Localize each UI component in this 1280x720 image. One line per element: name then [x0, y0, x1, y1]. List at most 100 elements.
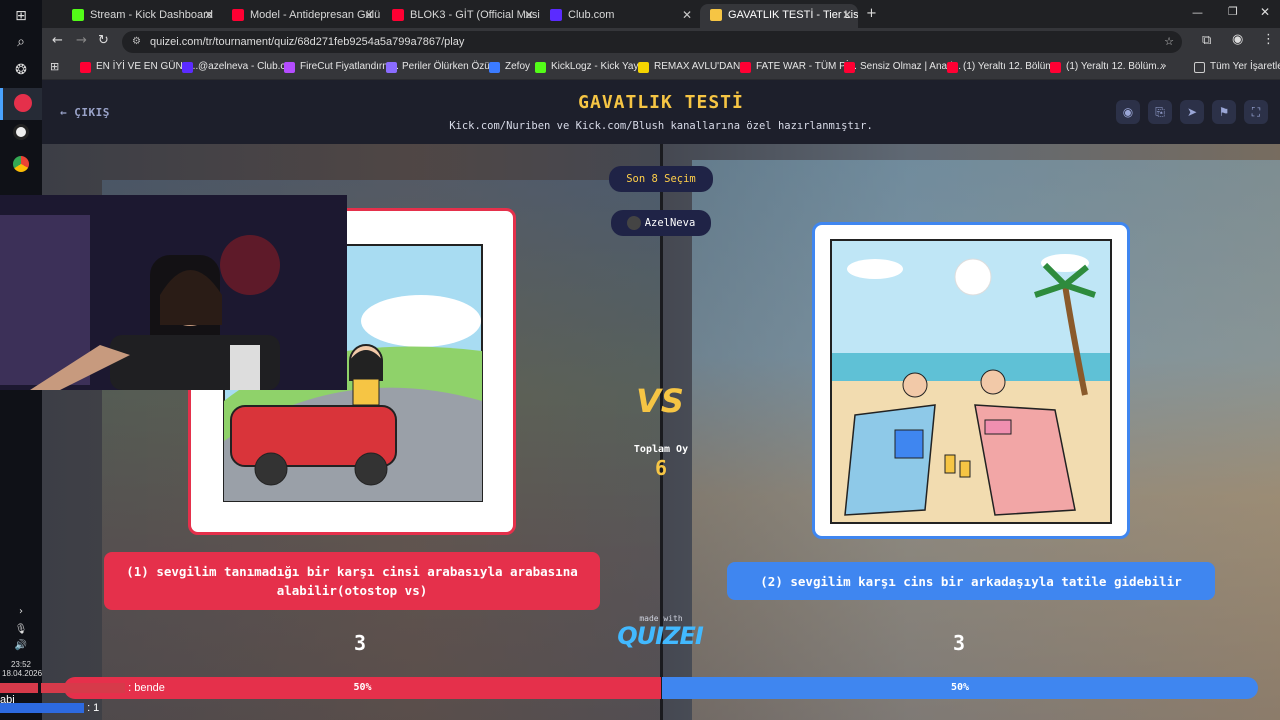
tab-label: Club.com: [568, 9, 615, 21]
tab-youtube-blok3[interactable]: BLOK3 - GİT (Official Music Vid ✕: [382, 4, 540, 28]
stage-badge: Son 8 Seçim: [609, 166, 713, 192]
reload-icon[interactable]: ↻: [98, 33, 109, 48]
bookmark-item[interactable]: (1) Yeraltı 12. Bölüm...: [1050, 56, 1165, 80]
bookmark-item[interactable]: Sensiz Olmaz | Anad...: [844, 56, 961, 80]
tab-club[interactable]: Club.com ✕: [540, 4, 698, 28]
all-bookmarks-folder[interactable]: Tüm Yer İşaretleri: [1194, 56, 1280, 80]
minimize-button[interactable]: —: [1192, 6, 1203, 19]
search-icon[interactable]: ⌕: [11, 32, 31, 52]
page-title: GAVATLIK TESTİ: [578, 92, 744, 113]
app-icon-active[interactable]: [0, 88, 42, 120]
bookmark-item[interactable]: Zefoy: [489, 56, 530, 80]
close-icon[interactable]: ✕: [842, 4, 852, 26]
user-badge: AzelNeva: [611, 210, 711, 236]
profile-avatar[interactable]: ◉: [1232, 32, 1243, 47]
chat-message: : 1: [0, 702, 180, 718]
kick-icon: [535, 62, 546, 73]
youtube-icon: [80, 62, 91, 73]
extensions-icon[interactable]: ⧉: [1202, 33, 1211, 48]
volume-icon[interactable]: 🔊: [11, 636, 31, 656]
bookmark-item[interactable]: FireCut Fiyatlandırm...: [284, 56, 399, 80]
close-icon[interactable]: ✕: [524, 4, 534, 26]
eye-icon[interactable]: ◉: [1116, 100, 1140, 124]
flag-icon[interactable]: ⚑: [1212, 100, 1236, 124]
share-icon[interactable]: ⎘: [1148, 100, 1172, 124]
youtube-icon: [1050, 62, 1061, 73]
club-icon: [182, 62, 193, 73]
club-favicon-icon: [550, 9, 562, 21]
total-votes-value: 6: [654, 456, 668, 480]
chat-message: : bende abi: [0, 682, 180, 706]
vote-count-right: 3: [953, 631, 966, 655]
window-close-button[interactable]: ✕: [1260, 5, 1270, 19]
new-tab-button[interactable]: +: [866, 6, 877, 21]
tab-label: Model - Antidepresan Gülümse: [250, 9, 380, 21]
choice-label-right[interactable]: (2) sevgilim karşı cins bir arkadaşıyla …: [727, 562, 1215, 600]
bookmark-item[interactable]: REMAX AVLU'DAN...: [638, 56, 749, 80]
bookmark-star-icon[interactable]: ☆: [1164, 31, 1174, 53]
chat-username: [0, 703, 84, 714]
youtube-icon: [740, 62, 751, 73]
bookmark-item[interactable]: FATE WAR - TÜM Pİ...: [740, 56, 857, 80]
clock-time: 23:52: [10, 660, 32, 669]
forward-icon[interactable]: →: [76, 33, 87, 48]
choice-label-left[interactable]: (1) sevgilim tanımadığı bir karşı cinsi …: [104, 552, 600, 610]
thumbs-up-icon: [489, 62, 500, 73]
address-input[interactable]: ⚙ quizei.com/tr/tournament/quiz/68d271fe…: [122, 31, 1182, 53]
chatgpt-icon[interactable]: ❂: [11, 60, 31, 80]
streamer-video: [0, 195, 347, 390]
menu-icon[interactable]: ⋮: [1262, 32, 1275, 47]
system-clock[interactable]: 23:52 18.04.2026: [2, 660, 42, 678]
chat-badge-icon: [0, 683, 38, 694]
tab-youtube-model[interactable]: Model - Antidepresan Gülümse ✕: [222, 4, 380, 28]
windows-start-icon[interactable]: ⊞: [11, 6, 31, 26]
quiz-page: ← ÇIKIŞ GAVATLIK TESTİ Kick.com/Nuriben …: [42, 80, 1280, 720]
beach-illustration: [830, 239, 1112, 524]
more-bookmarks-icon[interactable]: »: [1160, 59, 1167, 72]
avatar: [626, 216, 641, 230]
webcam-overlay: [0, 195, 347, 390]
bookmark-item[interactable]: Periler Ölürken Özür...: [386, 56, 501, 80]
folder-icon: [1194, 62, 1205, 73]
bookmarks-bar: ⊞ EN İYİ VE EN GÜNC... @azelneva - Club.…: [42, 56, 1280, 80]
bookmark-label: REMAX AVLU'DAN...: [654, 61, 749, 72]
tab-kick-dashboard[interactable]: Stream - Kick Dashboard ✕: [62, 4, 220, 28]
obs-icon[interactable]: [11, 124, 31, 144]
tab-label: GAVATLIK TESTİ - Tier List, Kör S: [728, 9, 858, 21]
bookmark-label: (1) Yeraltı 12. Bölüm...: [1066, 61, 1165, 72]
quiz-header: ← ÇIKIŞ GAVATLIK TESTİ Kick.com/Nuriben …: [42, 80, 1280, 144]
bookmark-item[interactable]: @azelneva - Club.c...: [182, 56, 294, 80]
choice-card-right[interactable]: [812, 222, 1130, 539]
close-icon[interactable]: ✕: [204, 4, 214, 26]
tab-gavatlik-testi[interactable]: GAVATLIK TESTİ - Tier List, Kör S ✕: [700, 4, 858, 28]
send-icon[interactable]: ➤: [1180, 100, 1204, 124]
bookmark-label: FireCut Fiyatlandırm...: [300, 61, 399, 72]
vote-bar-right: 50%: [662, 677, 1258, 699]
close-icon[interactable]: ✕: [682, 4, 692, 26]
bookmark-item[interactable]: EN İYİ VE EN GÜNC...: [80, 56, 198, 80]
bookmark-label: (1) Yeraltı 12. Bölüm...: [963, 61, 1062, 72]
site-info-icon[interactable]: ⚙: [132, 31, 141, 53]
chevron-up-icon[interactable]: ›: [11, 602, 31, 622]
youtube-favicon-icon: [392, 9, 404, 21]
browser-toolbar: ← → ↻ ⚙ quizei.com/tr/tournament/quiz/68…: [42, 28, 1280, 56]
periler-icon: [386, 62, 397, 73]
bookmark-item[interactable]: (1) Yeraltı 12. Bölüm...: [947, 56, 1062, 80]
remax-icon: [638, 62, 649, 73]
fullscreen-icon[interactable]: ⛶: [1244, 100, 1268, 124]
quizei-logo: QUIZEI: [617, 622, 704, 650]
all-bookmarks-label: Tüm Yer İşaretleri: [1210, 61, 1280, 72]
bookmark-item[interactable]: KickLogz - Kick Yayı...: [535, 56, 650, 80]
back-icon[interactable]: ←: [52, 33, 63, 48]
tab-label: BLOK3 - GİT (Official Music Vid: [410, 9, 540, 21]
total-votes-label: Toplam Oy: [633, 444, 689, 455]
maximize-button[interactable]: ❐: [1228, 5, 1238, 18]
firecut-icon: [284, 62, 295, 73]
chrome-icon[interactable]: [11, 156, 31, 176]
close-icon[interactable]: ✕: [364, 4, 374, 26]
chat-text: : 1: [87, 702, 100, 714]
bookmark-label: Periler Ölürken Özür...: [402, 61, 501, 72]
apps-grid-icon[interactable]: ⊞: [50, 60, 59, 73]
browser-tab-bar: Stream - Kick Dashboard ✕ Model - Antide…: [42, 0, 1280, 28]
youtube-favicon-icon: [232, 9, 244, 21]
